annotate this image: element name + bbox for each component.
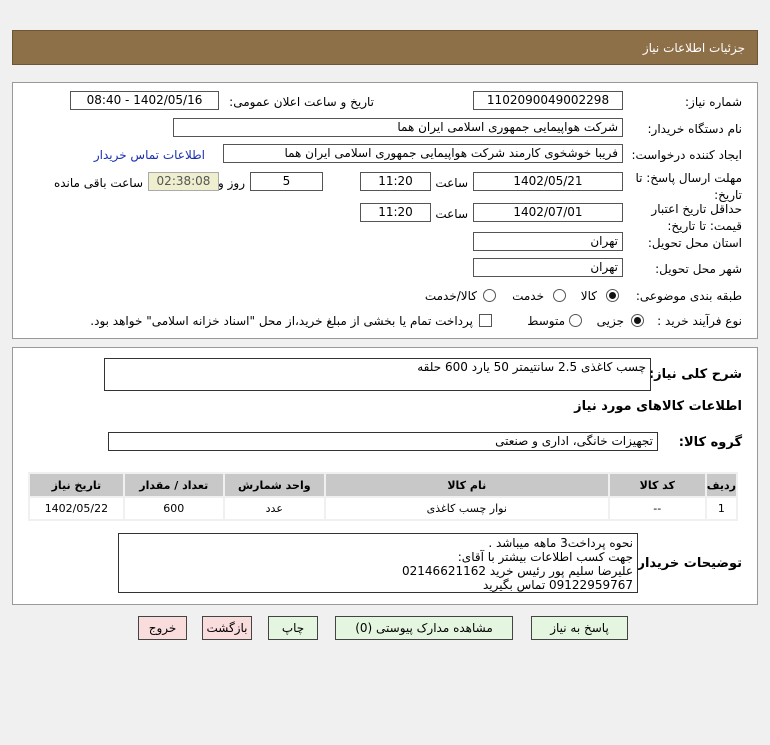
table-row: 1 -- نوار چسب کاغذی عدد 600 1402/05/22 [30, 498, 736, 519]
validity-date-field[interactable]: 1402/07/01 [473, 203, 623, 222]
contact-info-link[interactable]: اطلاعات تماس خریدار [94, 148, 205, 162]
need-number-label: شماره نیاز: [685, 95, 742, 109]
table-header-row: ردیف کد کالا نام کالا واحد شمارش تعداد /… [30, 474, 736, 496]
col-unit: واحد شمارش [224, 474, 324, 496]
print-button[interactable]: چاپ [268, 616, 318, 640]
validity-time-field[interactable]: 11:20 [360, 203, 431, 222]
group-field[interactable]: تجهیزات خانگی، اداری و صنعتی [108, 432, 658, 451]
category-option-service: خدمت [512, 289, 544, 303]
back-button[interactable]: بازگشت [202, 616, 252, 640]
attachments-button[interactable]: مشاهده مدارک پیوستی (0) [335, 616, 513, 640]
days-field[interactable]: 5 [250, 172, 323, 191]
cell-date: 1402/05/22 [30, 498, 123, 519]
exit-button[interactable]: خروج [138, 616, 187, 640]
category-label: طبقه بندی موضوعی: [635, 289, 742, 303]
notes-label: توضیحات خریدار: [632, 556, 742, 571]
notes-line: 09122959767 تماس بگیرید [482, 578, 633, 592]
page-title: جزئیات اطلاعات نیاز [642, 41, 745, 55]
col-date: تاریخ نیاز [30, 474, 123, 496]
process-radio-minor[interactable] [631, 314, 644, 327]
notes-field[interactable]: نحوه پرداخت3 ماهه میباشد . جهت کسب اطلاع… [118, 533, 638, 593]
buyer-label: نام دستگاه خریدار: [647, 122, 743, 136]
creator-label: ایجاد کننده درخواست: [631, 148, 742, 162]
category-radio-both[interactable] [483, 289, 496, 302]
category-radio-goods[interactable] [606, 289, 619, 302]
validity-label: حداقل تاریخ اعتبار قیمت: تا تاریخ: [651, 202, 742, 233]
process-label: نوع فرآیند خرید : [657, 314, 742, 328]
remaining-time-field: 02:38:08 [148, 172, 219, 191]
col-name: نام کالا [325, 474, 608, 496]
creator-field[interactable]: فریبا خوشخوی کارمند شرکت هواپیمایی جمهور… [223, 144, 623, 163]
province-field[interactable]: تهران [473, 232, 623, 251]
goods-title: اطلاعات کالاهای مورد نیاز [574, 399, 742, 414]
col-qty: تعداد / مقدار [124, 474, 223, 496]
buyer-field[interactable]: شرکت هواپیمایی جمهوری اسلامی ایران هما [173, 118, 623, 137]
notes-line: علیرضا سلیم پور رئیس خرید 02146621162 [402, 564, 633, 578]
category-option-goods: کالا [580, 289, 597, 303]
days-label: روز و [218, 176, 245, 190]
deadline-time-field[interactable]: 11:20 [360, 172, 431, 191]
deadline-date-field[interactable]: 1402/05/21 [473, 172, 623, 191]
cell-row: 1 [706, 498, 736, 519]
remaining-label: ساعت باقی مانده [53, 176, 143, 190]
cell-unit: عدد [224, 498, 324, 519]
treasury-text: پرداخت تمام یا بخشی از مبلغ خرید،از محل … [90, 314, 473, 328]
need-number-field[interactable]: 1102090049002298 [473, 91, 623, 110]
col-row: ردیف [706, 474, 736, 496]
deadline-label: مهلت ارسال پاسخ: تا تاریخ: [635, 171, 742, 202]
desc-label: شرح کلی نیاز: [648, 367, 742, 382]
category-option-both: کالا/خدمت [424, 289, 477, 303]
goods-table: ردیف کد کالا نام کالا واحد شمارش تعداد /… [28, 472, 738, 521]
cell-name: نوار چسب کاغذی [325, 498, 608, 519]
province-label: استان محل تحویل: [647, 236, 742, 250]
process-option-minor: جزیی [596, 314, 624, 328]
announce-label: تاریخ و ساعت اعلان عمومی: [229, 95, 374, 109]
category-radio-service[interactable] [553, 289, 566, 302]
notes-line: نحوه پرداخت3 ماهه میباشد . [488, 536, 633, 550]
city-label: شهر محل تحویل: [655, 262, 742, 276]
cell-code: -- [609, 498, 705, 519]
reply-button[interactable]: پاسخ به نیاز [531, 616, 628, 640]
validity-time-label: ساعت [435, 207, 468, 221]
treasury-checkbox[interactable] [479, 314, 492, 327]
announce-field[interactable]: 1402/05/16 - 08:40 [70, 91, 219, 110]
process-option-medium: متوسط [527, 314, 565, 328]
process-radio-medium[interactable] [569, 314, 582, 327]
desc-field[interactable]: چسب کاغذی 2.5 سانتیمتر 50 یارد 600 حلقه [104, 358, 651, 391]
notes-line: جهت کسب اطلاعات بیشتر با آقای: [457, 550, 633, 564]
deadline-time-label: ساعت [435, 176, 468, 190]
group-label: گروه کالا: [678, 435, 742, 450]
page-header: جزئیات اطلاعات نیاز [12, 30, 758, 65]
col-code: کد کالا [609, 474, 705, 496]
cell-qty: 600 [124, 498, 223, 519]
city-field[interactable]: تهران [473, 258, 623, 277]
